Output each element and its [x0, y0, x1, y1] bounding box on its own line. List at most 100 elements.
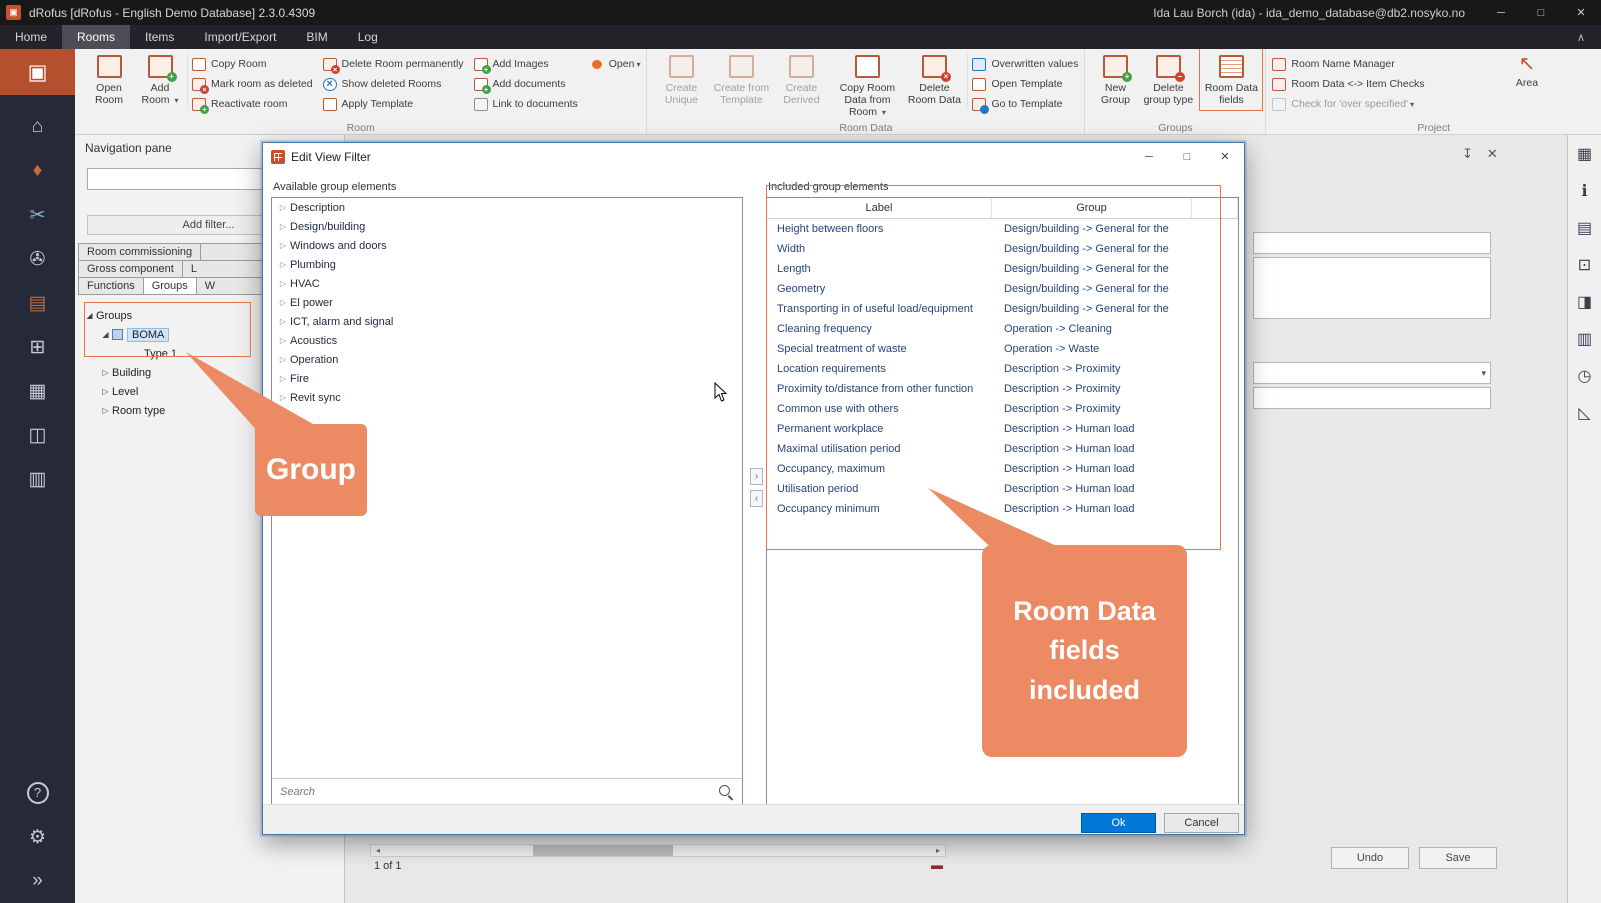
- ok-button[interactable]: Ok: [1081, 813, 1156, 833]
- tab-import-export[interactable]: Import/Export: [189, 25, 291, 49]
- sidebar-item-rooms[interactable]: ⌂: [0, 105, 75, 149]
- properties-field-3[interactable]: [1253, 387, 1491, 409]
- collapsed-arrow-icon[interactable]: ▷: [276, 317, 290, 326]
- column-header-label[interactable]: Label: [767, 198, 992, 218]
- search-icon[interactable]: [718, 784, 734, 800]
- dialog-maximize-button[interactable]: □: [1168, 143, 1206, 170]
- measure-icon[interactable]: ◺: [1578, 403, 1590, 423]
- included-row[interactable]: LengthDesign/building -> General for the: [767, 259, 1238, 279]
- collapsed-arrow-icon[interactable]: ▷: [276, 241, 290, 250]
- column-header-group[interactable]: Group: [992, 198, 1192, 218]
- included-row[interactable]: Special treatment of wasteOperation -> W…: [767, 339, 1238, 359]
- minimize-button[interactable]: ─: [1481, 0, 1521, 25]
- tab-groups[interactable]: Groups: [143, 277, 197, 295]
- scroll-left-icon[interactable]: ◂: [371, 846, 385, 855]
- included-row[interactable]: Permanent workplaceDescription -> Human …: [767, 419, 1238, 439]
- included-row[interactable]: Occupancy, maximumDescription -> Human l…: [767, 459, 1238, 479]
- collapsed-arrow-icon[interactable]: ▷: [99, 368, 112, 377]
- delete-room-data-button[interactable]: Delete Room Data: [905, 52, 963, 107]
- included-row[interactable]: GeometryDesign/building -> General for t…: [767, 279, 1238, 299]
- tab-room-commissioning[interactable]: Room commissioning: [78, 243, 201, 261]
- check-over-specified-button[interactable]: Check for 'over specified' ▾: [1272, 96, 1424, 112]
- collapsed-arrow-icon[interactable]: ▷: [276, 203, 290, 212]
- apply-template-button[interactable]: Apply Template: [323, 96, 464, 112]
- available-item[interactable]: ▷Acoustics: [272, 331, 742, 350]
- available-item[interactable]: ▷Windows and doors: [272, 236, 742, 255]
- expanded-arrow-icon[interactable]: ◢: [99, 330, 112, 339]
- properties-field-1[interactable]: [1253, 232, 1491, 254]
- collapsed-arrow-icon[interactable]: ▷: [276, 336, 290, 345]
- included-row[interactable]: Location requirementsDescription -> Prox…: [767, 359, 1238, 379]
- included-row[interactable]: WidthDesign/building -> General for the: [767, 239, 1238, 259]
- sidebar-item-expand[interactable]: »: [0, 859, 75, 903]
- sidebar-item-room-data[interactable]: ▤: [0, 281, 75, 325]
- collapsed-arrow-icon[interactable]: ▷: [276, 222, 290, 231]
- dialog-minimize-button[interactable]: ─: [1130, 143, 1168, 170]
- history-icon[interactable]: ◷: [1578, 366, 1592, 386]
- sidebar-item-settings[interactable]: ⚙: [0, 815, 75, 859]
- new-group-button[interactable]: New Group: [1091, 52, 1139, 107]
- move-right-button[interactable]: ›: [750, 468, 763, 485]
- copy-room-button[interactable]: Copy Room: [192, 56, 313, 72]
- room-name-manager-button[interactable]: Room Name Manager: [1272, 56, 1424, 72]
- area-button[interactable]: ↖ Area: [1505, 52, 1549, 90]
- tab-log[interactable]: Log: [343, 25, 393, 49]
- available-item[interactable]: ▷Plumbing: [272, 255, 742, 274]
- included-row[interactable]: Cleaning frequencyOperation -> Cleaning: [767, 319, 1238, 339]
- included-row[interactable]: Height between floorsDesign/building -> …: [767, 219, 1238, 239]
- panel-close-icon[interactable]: ✕: [1487, 146, 1498, 162]
- add-documents-button[interactable]: Add documents: [474, 76, 578, 92]
- pin-icon[interactable]: ↧: [1462, 146, 1473, 162]
- sidebar-item-capacity[interactable]: ✂: [0, 193, 75, 237]
- sidebar-item-reports[interactable]: ▥: [0, 457, 75, 501]
- open-room-button[interactable]: Open Room: [81, 52, 137, 107]
- properties-combo[interactable]: ▾: [1253, 362, 1491, 384]
- available-item[interactable]: ▷El power: [272, 293, 742, 312]
- overwritten-values-button[interactable]: Overwritten values: [972, 56, 1078, 72]
- maximize-button[interactable]: □: [1521, 0, 1561, 25]
- sidebar-item-bim[interactable]: ◫: [0, 413, 75, 457]
- template-icon[interactable]: ⊡: [1578, 255, 1591, 275]
- show-deleted-rooms-button[interactable]: Show deleted Rooms: [323, 76, 464, 92]
- available-item[interactable]: ▷Description: [272, 198, 742, 217]
- included-row[interactable]: Transporting in of useful load/equipment…: [767, 299, 1238, 319]
- available-item[interactable]: ▷Design/building: [272, 217, 742, 236]
- available-item[interactable]: ▷Operation: [272, 350, 742, 369]
- close-button[interactable]: ✕: [1561, 0, 1601, 25]
- sidebar-item-buildings[interactable]: ▦: [0, 369, 75, 413]
- tab-home[interactable]: Home: [0, 25, 62, 49]
- available-item[interactable]: ▷Revit sync: [272, 388, 742, 407]
- copy-room-data-from-room-button[interactable]: Copy Room Data from Room ▾: [829, 52, 905, 119]
- delete-group-type-button[interactable]: Delete group type: [1139, 52, 1197, 107]
- camera-icon[interactable]: ◨: [1577, 292, 1592, 312]
- collapsed-arrow-icon[interactable]: ▷: [99, 387, 112, 396]
- collapsed-arrow-icon[interactable]: ▷: [276, 298, 290, 307]
- clipboard-icon[interactable]: ▥: [1577, 329, 1592, 349]
- create-derived-button[interactable]: Create Derived: [773, 52, 829, 107]
- dialog-close-button[interactable]: ✕: [1206, 143, 1244, 170]
- room-data-fields-button[interactable]: Room Data fields: [1203, 52, 1259, 107]
- create-unique-button[interactable]: Create Unique: [653, 52, 709, 107]
- scrollbar-thumb[interactable]: [533, 845, 673, 856]
- cancel-button[interactable]: Cancel: [1164, 813, 1239, 833]
- collapse-ribbon-icon[interactable]: ∧: [1561, 25, 1601, 49]
- included-row[interactable]: Proximity to/distance from other functio…: [767, 379, 1238, 399]
- link-documents-button[interactable]: Link to documents: [474, 96, 578, 112]
- add-images-button[interactable]: Add Images: [474, 56, 578, 72]
- undo-button[interactable]: Undo: [1331, 847, 1409, 869]
- dialog-search-input[interactable]: [272, 786, 718, 798]
- delete-room-permanently-button[interactable]: Delete Room permanently: [323, 56, 464, 72]
- sidebar-item-help[interactable]: ?: [0, 771, 75, 815]
- sidebar-item-logistics[interactable]: ⊞: [0, 325, 75, 369]
- included-row[interactable]: Common use with othersDescription -> Pro…: [767, 399, 1238, 419]
- tab-gross-component[interactable]: Gross component: [78, 260, 183, 278]
- collapsed-arrow-icon[interactable]: ▷: [99, 406, 112, 415]
- collapsed-arrow-icon[interactable]: ▷: [276, 279, 290, 288]
- scrollbar-track[interactable]: [385, 845, 931, 856]
- move-left-button[interactable]: ‹: [750, 490, 763, 507]
- save-button[interactable]: Save: [1419, 847, 1497, 869]
- reactivate-room-button[interactable]: Reactivate room: [192, 96, 313, 112]
- expanded-arrow-icon[interactable]: ◢: [83, 311, 96, 320]
- open-template-button[interactable]: Open Template: [972, 76, 1078, 92]
- create-from-template-button[interactable]: Create from Template: [709, 52, 773, 107]
